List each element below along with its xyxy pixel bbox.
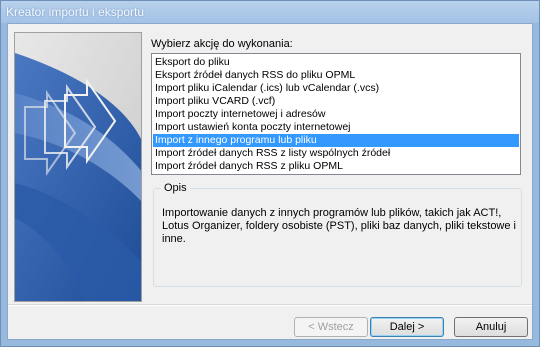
wizard-arrows-graphic	[14, 32, 142, 302]
action-item[interactable]: Eksport do pliku	[153, 56, 519, 69]
action-item[interactable]: Import pliku iCalendar (.ics) lub vCalen…	[153, 82, 519, 95]
back-button[interactable]: < Wstecz	[294, 317, 368, 337]
action-item[interactable]: Import z innego programu lub pliku	[153, 134, 519, 147]
description-group: Opis Importowanie danych z innych progra…	[153, 182, 522, 287]
action-item[interactable]: Eksport źródeł danych RSS do pliku OPML	[153, 69, 519, 82]
action-item[interactable]: Import źródeł danych RSS z pliku OPML	[153, 160, 519, 173]
action-listbox[interactable]: Eksport do pliku Eksport źródeł danych RS…	[151, 53, 521, 175]
action-item[interactable]: Import ustawień konta poczty internetowe…	[153, 121, 519, 134]
next-button[interactable]: Dalej >	[370, 317, 444, 337]
wizard-window: Kreator importu i eksportu Wybierz akcję…	[0, 0, 540, 347]
wizard-body: Wybierz akcję do wykonania: Eksport do p…	[7, 23, 533, 340]
action-item[interactable]: Import poczty internetowej i adresów	[153, 108, 519, 121]
action-item[interactable]: Import pliku VCARD (.vcf)	[153, 95, 519, 108]
description-label: Opis	[161, 182, 190, 194]
cancel-button[interactable]: Anuluj	[454, 317, 528, 337]
description-text: Importowanie danych z innych programów l…	[162, 207, 516, 245]
title-bar[interactable]: Kreator importu i eksportu	[1, 1, 539, 23]
action-list: Eksport do pliku Eksport źródeł danych RS…	[152, 54, 520, 173]
window-title: Kreator importu i eksportu	[6, 5, 145, 19]
action-item[interactable]: Import źródeł danych RSS z listy wspólny…	[153, 147, 519, 160]
action-prompt-label: Wybierz akcję do wykonania:	[151, 38, 293, 50]
button-separator	[8, 304, 532, 306]
